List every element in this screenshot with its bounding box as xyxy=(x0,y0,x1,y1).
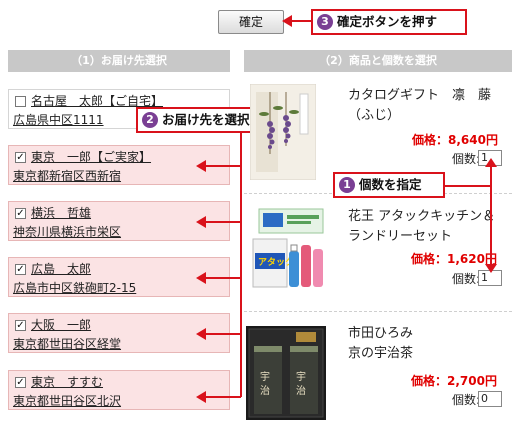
address-checkbox[interactable]: ✓ xyxy=(15,320,26,331)
address-name[interactable]: 東京 一郎【ご実家】 xyxy=(31,148,151,165)
address-location[interactable]: 東京都世田谷区経堂 xyxy=(13,335,121,352)
address-location[interactable]: 東京都新宿区西新宿 xyxy=(13,167,121,184)
arrow-line xyxy=(444,185,492,187)
product-name-line2: （ふじ） xyxy=(348,108,401,123)
arrow-left-icon xyxy=(282,15,292,27)
svg-text:宇: 宇 xyxy=(296,370,306,383)
arrow-line xyxy=(204,165,241,167)
svg-text:治: 治 xyxy=(296,384,306,397)
product-price: 価格：2,700円 xyxy=(411,374,497,388)
confirm-button[interactable]: 確定 xyxy=(218,10,284,34)
step-2-badge: 2 xyxy=(142,112,158,128)
product-name-line2: ランドリーセット xyxy=(348,229,453,244)
address-name[interactable]: 横浜 哲雄 xyxy=(31,204,91,221)
arrow-down-icon xyxy=(485,264,497,273)
address-location[interactable]: 東京都世田谷区北沢 xyxy=(13,392,121,409)
address-name[interactable]: 広島 太郎 xyxy=(31,260,91,277)
address-location[interactable]: 広島市中区鉄砲町2-15 xyxy=(13,279,136,296)
callout-quantity-text: 個数を指定 xyxy=(359,177,422,192)
address-location[interactable]: 神奈川県横浜市栄区 xyxy=(13,223,121,240)
arrow-left-icon xyxy=(196,391,206,403)
address-checkbox[interactable] xyxy=(15,96,26,107)
address-checkbox[interactable]: ✓ xyxy=(15,208,26,219)
callout-confirm-text: 確定ボタンを押す xyxy=(337,14,438,29)
product-name-line2: 京の宇治茶 xyxy=(348,346,414,361)
divider xyxy=(244,311,512,312)
product-name: 花王 アタックキッチン＆ xyxy=(348,209,496,224)
address-checkbox[interactable]: ✓ xyxy=(15,377,26,388)
quantity-input[interactable]: 0 xyxy=(478,391,502,407)
product-name: 市田ひろみ xyxy=(348,326,414,341)
quantity-label: 個数: xyxy=(452,272,481,286)
quantity-label: 個数: xyxy=(452,393,481,407)
arrow-up-icon xyxy=(485,158,497,167)
arrow-line xyxy=(204,221,241,223)
arrow-line xyxy=(204,277,241,279)
arrow-left-icon xyxy=(196,272,206,284)
address-name[interactable]: 東京 すすむ xyxy=(31,373,103,390)
callout-quantity: 1 個数を指定 xyxy=(333,172,445,198)
tea-set-image: 宇 治 宇 治 xyxy=(246,326,326,420)
product-name: カタログギフト 凛 藤 xyxy=(348,88,492,103)
callout-select-destination-text: お届け先を選択 xyxy=(162,112,250,127)
arrow-left-icon xyxy=(196,216,206,228)
confirm-arrow-line xyxy=(289,20,311,22)
arrow-line xyxy=(490,164,492,268)
quantity-label: 個数: xyxy=(452,152,481,166)
svg-text:宇: 宇 xyxy=(260,370,270,383)
catalog-gift-image xyxy=(250,84,316,180)
product-price: 価格：8,640円 xyxy=(412,133,498,147)
right-column-header: （2）商品と個数を選択 xyxy=(244,50,512,72)
left-column-header: （1）お届け先選択 xyxy=(8,50,230,72)
address-checkbox[interactable]: ✓ xyxy=(15,152,26,163)
bracket-line xyxy=(240,120,242,397)
svg-text:治: 治 xyxy=(260,384,270,397)
callout-confirm: 3 確定ボタンを押す xyxy=(311,9,467,35)
address-checkbox[interactable]: ✓ xyxy=(15,264,26,275)
arrow-left-icon xyxy=(196,328,206,340)
address-name[interactable]: 大阪 一郎 xyxy=(31,316,91,333)
step-3-badge: 3 xyxy=(317,14,333,30)
arrow-line xyxy=(204,333,241,335)
detergent-set-image: アタック xyxy=(249,205,331,295)
address-location[interactable]: 広島県中区1111 xyxy=(13,111,104,128)
svg-text:アタック: アタック xyxy=(258,256,294,268)
arrow-left-icon xyxy=(196,160,206,172)
step-1-badge: 1 xyxy=(339,177,355,193)
address-row[interactable]: ✓ 東京 すすむ 東京都世田谷区北沢 xyxy=(8,370,230,410)
arrow-line xyxy=(204,396,241,398)
